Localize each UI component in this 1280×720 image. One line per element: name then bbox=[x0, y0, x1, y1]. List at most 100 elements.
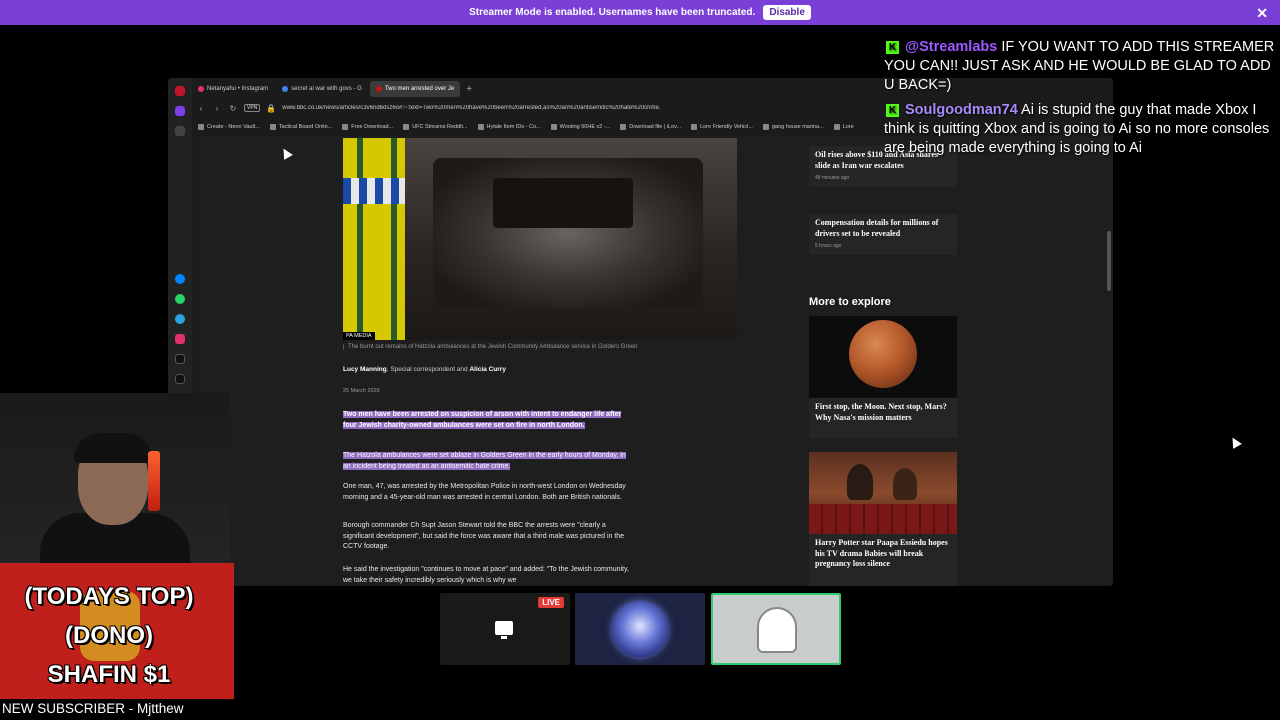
bookmark-label: Tactical Board Onlin... bbox=[278, 124, 333, 130]
instagram-icon[interactable] bbox=[175, 334, 185, 344]
tab-google[interactable]: secret ai war with govs - G bbox=[276, 81, 368, 97]
highlighted-text: The Hatzola ambulances were set ablaze i… bbox=[343, 452, 626, 470]
forward-icon[interactable]: › bbox=[212, 104, 222, 113]
bookmark-label: gang house marina... bbox=[771, 124, 824, 130]
bookmarks-icon[interactable] bbox=[175, 126, 185, 136]
chat-message: K @Streamlabs IF YOU WANT TO ADD THIS STR… bbox=[884, 38, 1276, 95]
chat-username: Soulgoodman74 bbox=[905, 102, 1018, 118]
article-byline: Lucy Manning, Special correspondent and … bbox=[343, 366, 506, 373]
bookmark-icon bbox=[550, 124, 557, 130]
tab-label: secret ai war with govs - G bbox=[291, 86, 362, 92]
bookmark-item[interactable]: Wooting 60HE v2 -... bbox=[550, 124, 611, 130]
article-paragraph: The Hatzola ambulances were set ablaze i… bbox=[343, 451, 633, 472]
telegram-icon[interactable] bbox=[175, 314, 185, 324]
google-icon bbox=[282, 86, 289, 92]
bookmark-icon bbox=[762, 124, 769, 130]
article-page: PA MEDIA The burnt out remains of Hatzol… bbox=[193, 136, 1105, 586]
tab-label: Two men arrested over Je bbox=[384, 86, 455, 92]
webcam-feed bbox=[0, 393, 230, 563]
x-icon[interactable] bbox=[175, 374, 185, 384]
messenger-icon[interactable] bbox=[175, 274, 185, 284]
bookmark-label: UFC Streams Reddit... bbox=[412, 124, 468, 130]
streamer-mode-banner: Streamer Mode is enabled. Usernames have… bbox=[0, 0, 1280, 25]
tiktok-icon[interactable] bbox=[175, 354, 185, 364]
tab-label: Netanyahu • Instagram bbox=[207, 86, 269, 92]
bookmark-label: Lore bbox=[842, 124, 854, 130]
donation-amount: SHAFIN $1 bbox=[47, 661, 171, 688]
ring-light-graphic bbox=[148, 451, 160, 511]
bookmark-item[interactable]: Tactical Board Onlin... bbox=[269, 124, 333, 130]
ghost-avatar-icon bbox=[757, 607, 797, 653]
bookmark-icon bbox=[833, 124, 840, 130]
bookmark-item[interactable]: UFC Streams Reddit... bbox=[403, 124, 468, 130]
selected-avatar-thumbnail[interactable] bbox=[711, 593, 841, 665]
article-paragraph: Borough commander Ch Supt Jason Stewart … bbox=[343, 522, 625, 550]
highlighted-text: Two men have been arrested on suspicion … bbox=[343, 411, 622, 429]
bookmark-label: Hytale Item IDs - Co... bbox=[486, 124, 541, 130]
explore-title[interactable]: Harry Potter star Paapa Essiedu hopes hi… bbox=[809, 534, 957, 570]
author-role: , Special correspondent and bbox=[386, 366, 470, 373]
person-graphic bbox=[893, 468, 917, 500]
url-field[interactable]: www.bbc.co.uk/news/articles/c3v6nd6dsz6o… bbox=[282, 105, 660, 111]
kick-icon: K bbox=[886, 41, 899, 54]
bookmark-item[interactable]: Lore bbox=[833, 124, 854, 130]
article-date: 25 March 2026 bbox=[343, 388, 380, 394]
author-name[interactable]: Lucy Manning bbox=[343, 366, 387, 373]
donation-subheading: (DONO) bbox=[65, 622, 153, 649]
ambulance-graphic bbox=[343, 138, 405, 340]
home-icon[interactable] bbox=[175, 106, 185, 116]
story-time: 5 hours ago bbox=[815, 243, 842, 249]
bookmark-label: Wooting 60HE v2 -... bbox=[559, 124, 611, 130]
tab-instagram[interactable]: Netanyahu • Instagram bbox=[192, 81, 274, 97]
bookmark-item[interactable]: Lore Friendly Vehicl... bbox=[691, 124, 753, 130]
bookmark-item[interactable]: Download file | iLov... bbox=[620, 124, 681, 130]
disable-streamer-mode-button[interactable]: Disable bbox=[763, 5, 811, 20]
avatar-orb-icon bbox=[612, 601, 668, 657]
bookmark-icon bbox=[198, 124, 204, 130]
close-icon[interactable]: ✕ bbox=[1256, 5, 1268, 22]
bookmark-icon bbox=[342, 124, 349, 130]
moon-image[interactable] bbox=[809, 316, 957, 398]
author-name[interactable]: Alicia Curry bbox=[469, 366, 506, 373]
scrollbar-thumb[interactable] bbox=[1107, 231, 1111, 291]
back-icon[interactable]: ‹ bbox=[196, 104, 206, 113]
bookmark-item[interactable]: Free Download... bbox=[342, 124, 393, 130]
new-tab-icon[interactable]: + bbox=[462, 84, 476, 95]
harry-potter-image[interactable] bbox=[809, 452, 957, 534]
bookmark-label: Free Download... bbox=[351, 124, 394, 130]
top-donation-panel: (TODAYS TOP) (DONO) SHAFIN $1 bbox=[0, 563, 234, 720]
explore-card[interactable]: First stop, the Moon. Next stop, Mars? W… bbox=[809, 398, 957, 438]
reload-icon[interactable]: ↻ bbox=[228, 104, 238, 113]
story-time: 48 minutes ago bbox=[815, 175, 850, 181]
scrollbar[interactable] bbox=[1105, 136, 1113, 586]
banner-text: Streamer Mode is enabled. Usernames have… bbox=[469, 7, 756, 18]
bookmark-item[interactable]: Create - Neon Vault... bbox=[198, 124, 260, 130]
bookmark-label: Lore Friendly Vehicl... bbox=[700, 124, 753, 130]
live-badge: LIVE bbox=[538, 597, 564, 608]
monitor-icon bbox=[495, 621, 513, 635]
bookmark-label: Create - Neon Vault... bbox=[207, 124, 260, 130]
explore-title[interactable]: First stop, the Moon. Next stop, Mars? W… bbox=[809, 398, 957, 423]
sidebar-story-card[interactable]: Compensation details for millions of dri… bbox=[809, 214, 957, 255]
ambulance-stripe-graphic bbox=[343, 178, 405, 204]
person-graphic bbox=[847, 464, 873, 500]
bookmark-icon bbox=[269, 124, 276, 130]
monitor-stand-icon bbox=[501, 636, 507, 639]
whatsapp-icon[interactable] bbox=[175, 294, 185, 304]
kick-icon: K bbox=[886, 104, 899, 117]
donation-heading: (TODAYS TOP) bbox=[24, 583, 194, 610]
opera-logo-icon[interactable] bbox=[175, 86, 185, 96]
bookmark-item[interactable]: Hytale Item IDs - Co... bbox=[477, 124, 541, 130]
avatar-thumbnail[interactable] bbox=[575, 593, 705, 665]
story-title[interactable]: Compensation details for millions of dri… bbox=[809, 214, 957, 239]
explore-card[interactable]: Harry Potter star Paapa Essiedu hopes hi… bbox=[809, 534, 957, 586]
bookmark-icon bbox=[691, 124, 698, 130]
vpn-badge[interactable]: VPN bbox=[244, 104, 261, 112]
mouse-cursor-icon bbox=[1228, 435, 1242, 449]
bbc-icon bbox=[375, 86, 382, 92]
bookmark-item[interactable]: gang house marina... bbox=[762, 124, 824, 130]
article-paragraph: Two men have been arrested on suspicion … bbox=[343, 410, 633, 431]
screen-share-thumbnail[interactable]: LIVE bbox=[440, 593, 570, 665]
stream-screen: Streamer Mode is enabled. Usernames have… bbox=[0, 0, 1280, 720]
tab-bbc-article[interactable]: Two men arrested over Je bbox=[369, 81, 461, 97]
